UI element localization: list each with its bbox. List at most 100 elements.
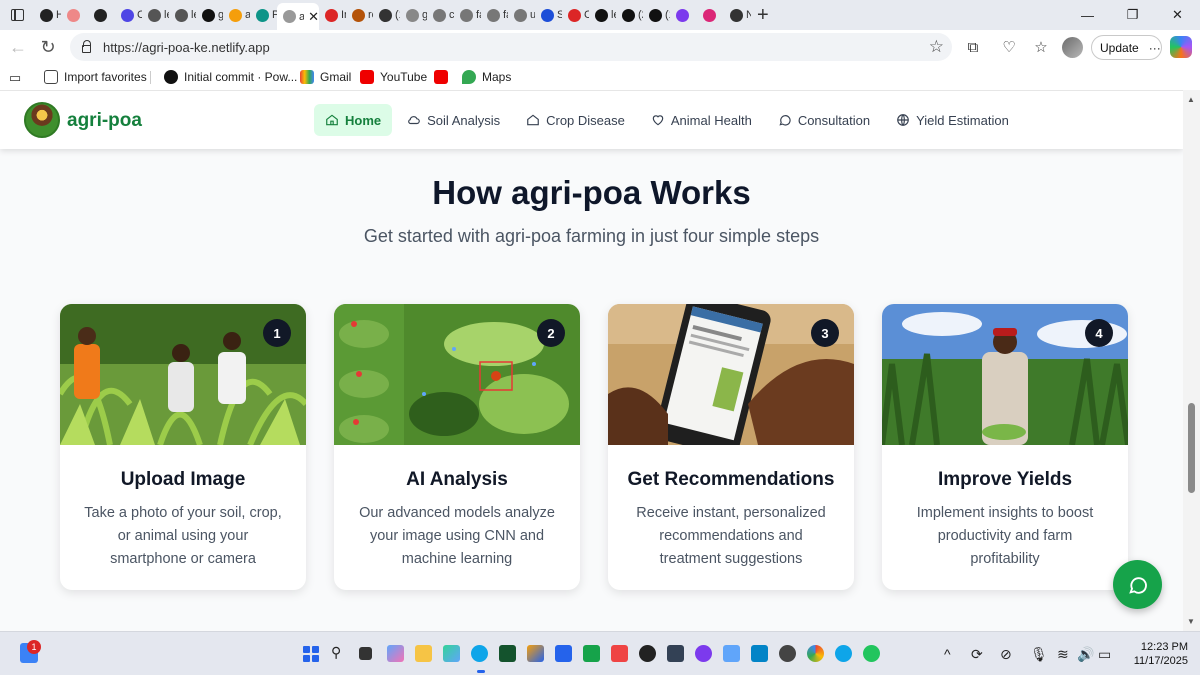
file-explorer-icon[interactable] — [415, 645, 432, 662]
volume-icon[interactable]: 🔊 — [1077, 646, 1094, 663]
favorites-separator — [150, 71, 151, 84]
browser-tab[interactable]: gr — [196, 0, 223, 30]
nav-crop-disease[interactable]: Crop Disease — [515, 104, 636, 136]
step-card-ai-analysis: 2 AI Analysis Our advanced models analyz… — [334, 304, 580, 590]
wifi-icon[interactable]: ≋ — [1057, 646, 1069, 663]
address-bar[interactable]: https://agri-poa-ke.netlify.app ☆ — [70, 33, 952, 61]
app-icon[interactable] — [527, 645, 544, 662]
page-scrollbar[interactable]: ▲ ▼ — [1183, 90, 1200, 631]
new-tab-button[interactable]: + — [757, 0, 769, 30]
nav-yield-estimation[interactable]: Yield Estimation — [885, 104, 1020, 136]
minimize-button[interactable]: — — [1065, 0, 1110, 30]
browser-tab[interactable]: Co — [115, 0, 142, 30]
app-icon[interactable] — [667, 645, 684, 662]
browser-tab[interactable]: (1 — [643, 0, 670, 30]
app-icon[interactable] — [499, 645, 516, 662]
word-icon[interactable] — [555, 645, 572, 662]
browser-tab[interactable]: He — [34, 0, 61, 30]
browser-tab[interactable]: Sn — [535, 0, 562, 30]
import-favorites-icon — [44, 70, 58, 84]
browser-tab[interactable]: (1 — [373, 0, 400, 30]
clock-date: 11/17/2025 — [1133, 655, 1188, 667]
browser-tab[interactable]: gr — [400, 0, 427, 30]
brand-name[interactable]: agri-poa — [67, 110, 142, 132]
browser-tab[interactable]: Pr — [250, 0, 277, 30]
excel-icon[interactable] — [583, 645, 600, 662]
nav-animal-health[interactable]: Animal Health — [640, 104, 763, 136]
scroll-thumb[interactable] — [1188, 403, 1195, 493]
nav-consultation[interactable]: Consultation — [767, 104, 881, 136]
copilot-icon[interactable] — [1170, 36, 1192, 58]
browser-tab[interactable]: fa — [454, 0, 481, 30]
maximize-button[interactable]: ❐ — [1110, 0, 1155, 30]
brave-icon[interactable] — [611, 645, 628, 662]
more-menu-icon[interactable]: ··· — [1149, 41, 1161, 55]
reading-list-icon[interactable]: ▭ — [5, 68, 25, 88]
chrome-icon[interactable] — [807, 645, 824, 662]
nav-home[interactable]: Home — [314, 104, 393, 136]
browser-tab[interactable]: co — [427, 0, 454, 30]
edge-icon[interactable] — [471, 645, 488, 662]
browser-tab[interactable] — [670, 0, 697, 30]
chevron-up-icon[interactable]: ^ — [944, 646, 951, 662]
favorite-import[interactable]: Import favorites — [44, 70, 147, 84]
app-icon[interactable] — [443, 645, 460, 662]
system-clock[interactable]: 12:23 PM 11/17/2025 — [1124, 640, 1188, 668]
task-view-icon[interactable] — [359, 647, 372, 660]
favorite-label: Import favorites — [64, 70, 147, 84]
browser-tab[interactable]: le — [142, 0, 169, 30]
browser-tab[interactable]: Inl — [319, 0, 346, 30]
browser-tab[interactable]: fa — [481, 0, 508, 30]
search-icon[interactable]: ⚲ — [331, 644, 341, 661]
back-button[interactable]: ← — [3, 32, 33, 62]
chat-button[interactable] — [1113, 560, 1162, 609]
browser-tab[interactable]: le — [169, 0, 196, 30]
close-tab-icon[interactable]: ✕ — [308, 9, 319, 25]
profile-avatar[interactable] — [1062, 37, 1083, 58]
app-icon[interactable] — [695, 645, 712, 662]
browser-tab[interactable]: us — [508, 0, 535, 30]
browser-tab[interactable]: Cli — [562, 0, 589, 30]
app-icon[interactable] — [639, 645, 656, 662]
favorite-maps[interactable]: Maps — [462, 70, 511, 84]
battery-icon[interactable]: ▭ — [1098, 646, 1111, 663]
browser-tab[interactable] — [697, 0, 724, 30]
app-icon[interactable] — [779, 645, 796, 662]
step-number-badge: 2 — [537, 319, 565, 347]
scroll-down-arrow[interactable]: ▼ — [1187, 617, 1195, 626]
browser-tab[interactable]: (2 — [616, 0, 643, 30]
browser-tab[interactable] — [88, 0, 115, 30]
openai-icon — [40, 8, 53, 22]
browser-essentials-icon[interactable]: ♡ — [999, 37, 1019, 57]
browser-tab[interactable]: ag✕ — [277, 3, 319, 30]
favorite-youtube[interactable]: YouTube — [360, 70, 427, 84]
vscode-icon[interactable] — [751, 645, 768, 662]
app-icon[interactable] — [723, 645, 740, 662]
microphone-icon[interactable]: 🎙 — [1030, 646, 1048, 663]
favorite-star-icon[interactable]: ☆ — [929, 37, 944, 57]
favorite-youtube-2[interactable] — [434, 70, 448, 84]
refresh-button[interactable]: ↻ — [33, 32, 63, 62]
whatsapp-icon[interactable] — [863, 645, 880, 662]
favorites-icon[interactable]: ☆ — [1031, 37, 1051, 57]
browser-tab[interactable]: le — [589, 0, 616, 30]
tab-actions-button[interactable] — [0, 0, 34, 30]
sync-icon[interactable]: ⟳ — [971, 646, 983, 663]
favorite-gmail[interactable]: Gmail — [300, 70, 351, 84]
browser-tab[interactable]: ag — [223, 0, 250, 30]
browser-tab[interactable]: re — [346, 0, 373, 30]
step-number-badge: 1 — [263, 319, 291, 347]
agri-poa-logo[interactable] — [24, 102, 60, 138]
update-button[interactable]: Update ··· — [1091, 35, 1162, 60]
scroll-up-arrow[interactable]: ▲ — [1187, 95, 1195, 104]
close-window-button[interactable]: ✕ — [1155, 0, 1200, 30]
start-button[interactable] — [303, 646, 319, 662]
favorite-initial-commit[interactable]: Initial commit · Pow... — [164, 70, 297, 84]
nav-soil-analysis[interactable]: Soil Analysis — [396, 104, 511, 136]
edge-icon[interactable] — [835, 645, 852, 662]
browser-tab[interactable]: Ne — [724, 0, 751, 30]
tray-app-icon[interactable]: ⊘ — [1000, 646, 1012, 663]
extensions-icon[interactable]: ⧉ — [963, 37, 983, 57]
browser-tab[interactable] — [61, 0, 88, 30]
copilot-app-icon[interactable] — [387, 645, 404, 662]
